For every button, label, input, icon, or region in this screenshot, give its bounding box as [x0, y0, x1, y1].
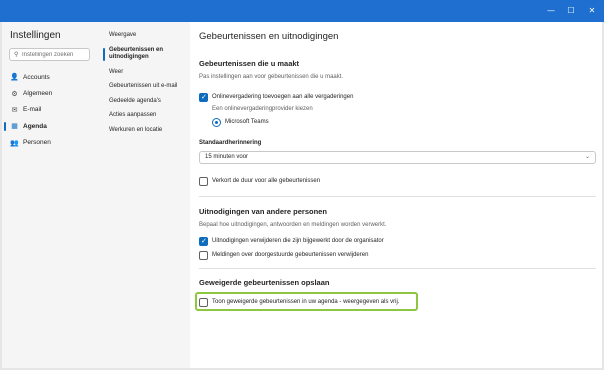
- person-icon: 👤: [10, 73, 19, 82]
- nav-item-email[interactable]: ✉ E-mail: [2, 102, 100, 118]
- nav-item-label: Personen: [23, 139, 51, 147]
- delete-updated-checkbox[interactable]: [199, 236, 208, 246]
- subnav-item-events-from-email[interactable]: Gebeurtenissen uit e-mail: [100, 83, 190, 91]
- page-title: Gebeurtenissen en uitnodigingen: [199, 31, 339, 42]
- search-box[interactable]: ⚲: [9, 48, 90, 61]
- shorten-duration-option[interactable]: Verkort de duur voor alle gebeurtenissen: [199, 176, 320, 186]
- search-input[interactable]: [22, 50, 88, 60]
- nav-item-people[interactable]: 👥 Personen: [2, 135, 100, 151]
- delete-forwarded-checkbox[interactable]: [199, 250, 208, 260]
- people-icon: 👥: [10, 138, 19, 147]
- section-description: Bepaal hoe uitnodigingen, antwoorden en …: [199, 222, 387, 228]
- show-declined-option[interactable]: Toon geweigerde gebeurtenissen in uw age…: [199, 297, 399, 307]
- nav-item-accounts[interactable]: 👤 Accounts: [2, 69, 100, 85]
- calendar-subnav: Weergave Gebeurtenissen en uitnodigingen…: [100, 22, 190, 368]
- chevron-down-icon: ⌄: [584, 153, 590, 160]
- provider-label: Een onlinevergaderingprovider kiezen: [212, 106, 313, 112]
- nav-item-label: Algemeen: [23, 90, 53, 98]
- online-meeting-label: Onlinevergadering toevoegen aan alle ver…: [212, 94, 354, 100]
- nav-item-label: E-mail: [23, 106, 42, 114]
- reminder-value: 15 minuten voor: [205, 154, 249, 160]
- teams-label: Microsoft Teams: [225, 119, 269, 125]
- subnav-list: Weergave Gebeurtenissen en uitnodigingen…: [100, 32, 190, 141]
- delete-updated-option[interactable]: Uitnodigingen verwijderen die zijn bijge…: [199, 236, 384, 246]
- settings-content: Gebeurtenissen en uitnodigingen Gebeurte…: [190, 22, 602, 368]
- show-declined-label: Toon geweigerde gebeurtenissen in uw age…: [212, 299, 400, 305]
- nav-item-label: Accounts: [23, 73, 50, 81]
- section-title-declined-events: Geweigerde gebeurtenissen opslaan: [199, 278, 330, 287]
- settings-sidebar: Instellingen ⚲ 👤 Accounts ⚙ Algemeen ✉ E…: [2, 22, 100, 368]
- delete-updated-label: Uitnodigingen verwijderen die zijn bijge…: [212, 238, 384, 244]
- online-meeting-option[interactable]: Onlinevergadering toevoegen aan alle ver…: [199, 92, 353, 102]
- subnav-item-events-invitations[interactable]: Gebeurtenissen en uitnodigingen: [100, 47, 190, 62]
- search-icon: ⚲: [14, 51, 19, 58]
- section-title-invitations-from-others: Uitnodigingen van andere personen: [199, 207, 327, 216]
- title-bar: — ☐ ✕: [0, 0, 604, 22]
- shorten-duration-label: Verkort de duur voor alle gebeurtenissen: [212, 178, 321, 184]
- gear-icon: ⚙: [11, 89, 18, 98]
- section-title-events-you-create: Gebeurtenissen die u maakt: [199, 59, 300, 68]
- close-button[interactable]: ✕: [581, 0, 603, 22]
- section-divider: [199, 268, 596, 269]
- delete-forwarded-label: Meldingen over doorgestuurde gebeurtenis…: [212, 252, 369, 258]
- shorten-duration-checkbox[interactable]: [199, 176, 208, 186]
- online-meeting-checkbox[interactable]: [199, 92, 208, 102]
- subnav-item-customize-actions[interactable]: Acties aanpassen: [100, 112, 190, 120]
- delete-forwarded-option[interactable]: Meldingen over doorgestuurde gebeurtenis…: [199, 250, 368, 260]
- nav-item-general[interactable]: ⚙ Algemeen: [2, 85, 100, 101]
- teams-radio[interactable]: [212, 117, 221, 127]
- section-description: Pas instellingen aan voor gebeurtenissen…: [199, 74, 344, 80]
- reminder-dropdown[interactable]: 15 minuten voor ⌄: [199, 151, 596, 164]
- settings-window: Instellingen ⚲ 👤 Accounts ⚙ Algemeen ✉ E…: [2, 22, 602, 368]
- section-divider: [199, 196, 596, 197]
- maximize-button[interactable]: ☐: [560, 0, 582, 22]
- mail-icon: ✉: [11, 105, 18, 114]
- teams-option[interactable]: Microsoft Teams: [212, 117, 269, 127]
- reminder-label: Standaardherinnering: [199, 140, 262, 146]
- minimize-button[interactable]: —: [540, 0, 562, 22]
- settings-nav: 👤 Accounts ⚙ Algemeen ✉ E-mail ▦ Agenda …: [2, 69, 100, 151]
- calendar-icon: ▦: [11, 122, 18, 131]
- subnav-item-weather[interactable]: Weer: [100, 69, 190, 77]
- subnav-item-view[interactable]: Weergave: [100, 32, 190, 40]
- subnav-item-shared-calendars[interactable]: Gedeelde agenda's: [100, 98, 190, 106]
- nav-item-calendar[interactable]: ▦ Agenda: [2, 118, 100, 134]
- settings-title: Instellingen: [10, 30, 61, 41]
- nav-item-label: Agenda: [23, 122, 47, 130]
- subnav-item-work-hours-location[interactable]: Werkuren en locatie: [100, 127, 190, 135]
- show-declined-checkbox[interactable]: [199, 297, 208, 307]
